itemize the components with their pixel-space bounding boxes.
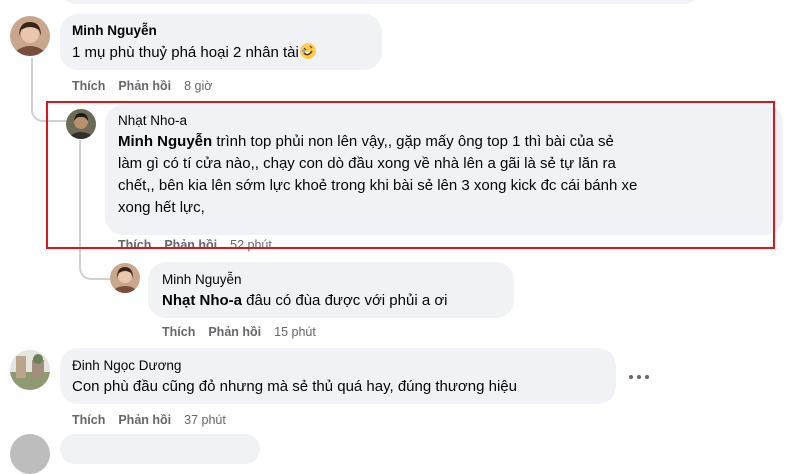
- comment-timestamp[interactable]: 37 phút: [184, 413, 226, 427]
- comment-actions: Thích Phản hồi 8 giờ: [72, 79, 212, 93]
- reply-button[interactable]: Phản hồi: [208, 325, 261, 339]
- comment-text-content: đâu có đùa được với phủi a ơi: [242, 292, 448, 309]
- like-button[interactable]: Thích: [72, 413, 105, 427]
- reply-button[interactable]: Phản hồi: [118, 79, 171, 93]
- avatar[interactable]: [10, 16, 50, 56]
- avatar[interactable]: [10, 434, 50, 474]
- comment-bubble: [60, 434, 260, 464]
- reply-button[interactable]: Phản hồi: [118, 413, 171, 427]
- like-button[interactable]: Thích: [72, 79, 105, 93]
- comment-text: 1 mụ phù thuỷ phá hoại 2 nhân tài: [72, 42, 316, 64]
- comment-author[interactable]: Minh Nguyễn: [72, 23, 157, 38]
- avatar[interactable]: [10, 350, 50, 390]
- mention-link[interactable]: Nhạt Nho-a: [162, 292, 242, 309]
- comment-text: Con phù đầu cũng đỏ nhưng mà sẻ thủ quá …: [72, 378, 517, 395]
- like-button[interactable]: Thích: [162, 325, 195, 339]
- comment-text: Nhạt Nho-a đâu có đùa được với phủi a ơi: [162, 290, 448, 312]
- rolling-on-floor-laughing-icon: [299, 43, 316, 59]
- comment-text-content: 1 mụ phù thuỷ phá hoại 2 nhân tài: [72, 44, 299, 61]
- highlight-box: [46, 101, 775, 249]
- comment-timestamp[interactable]: 15 phút: [274, 325, 316, 339]
- more-options-icon[interactable]: [628, 364, 650, 385]
- comment-author[interactable]: Đinh Ngọc Dương: [72, 358, 181, 373]
- avatar[interactable]: [110, 263, 140, 293]
- comment-actions: Thích Phản hồi 15 phút: [162, 325, 316, 339]
- comment-timestamp[interactable]: 8 giờ: [184, 79, 212, 93]
- previous-comment-bubble: [60, 0, 700, 4]
- comment-actions: Thích Phản hồi 37 phút: [72, 413, 226, 427]
- comment-author[interactable]: Minh Nguyễn: [162, 272, 242, 287]
